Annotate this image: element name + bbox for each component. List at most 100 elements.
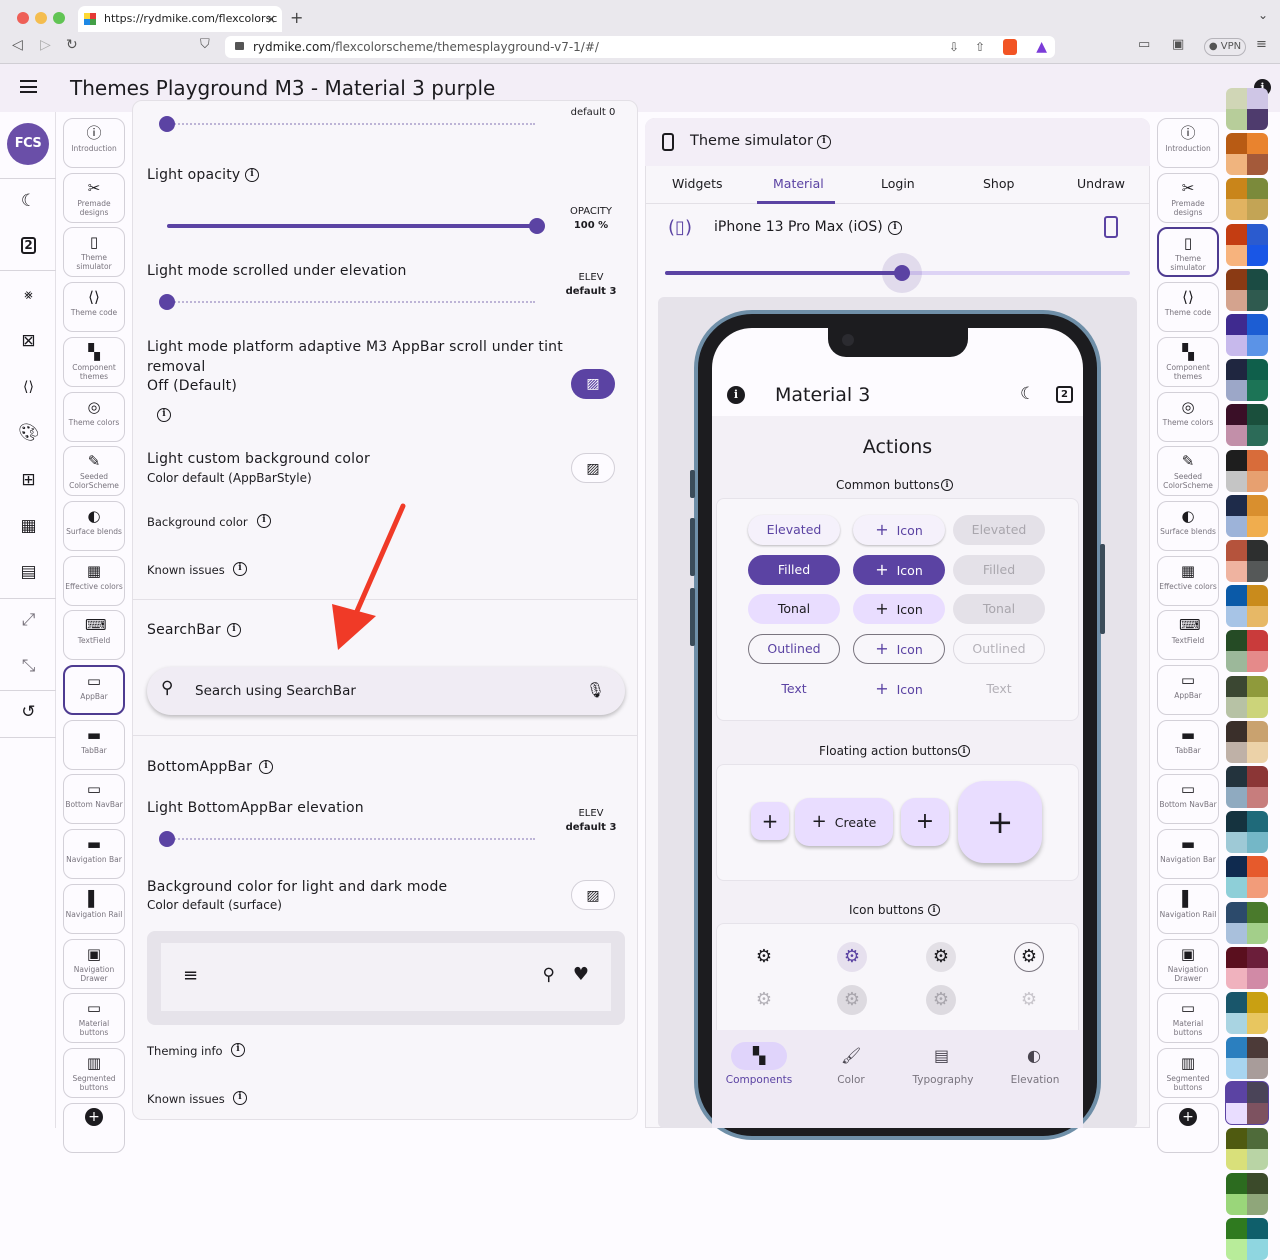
tab-login[interactable]: Login (881, 176, 915, 191)
grid-view-icon[interactable]: ⊞ (18, 470, 39, 491)
panel-nav-material-buttons[interactable]: ▭ Material buttons (63, 993, 125, 1044)
panel-nav-surface-blends[interactable]: ◐ Surface blends (1157, 500, 1219, 551)
panel-nav-segmented-buttons[interactable]: ▥ Segmented buttons (63, 1047, 125, 1098)
theme-swatch[interactable] (1226, 992, 1268, 1034)
address-bar[interactable]: rydmike.com/flexcolorscheme/themesplaygr… (225, 36, 1055, 58)
theme-swatch[interactable] (1226, 133, 1268, 176)
expand-icon[interactable]: ⤢ (18, 610, 39, 631)
panel-nav-textfield[interactable]: ⌨ TextField (1157, 610, 1219, 661)
panel-nav-navigation-bar[interactable]: ▬ Navigation Bar (1157, 829, 1219, 880)
theme-swatch[interactable] (1226, 540, 1268, 582)
nav-label-components[interactable]: Components (719, 1074, 799, 1086)
close-window-button[interactable] (17, 12, 29, 24)
panel-nav-theme-code[interactable]: ⟨⟩ Theme code (63, 282, 125, 333)
palette-icon[interactable]: 🎨︎ (18, 423, 40, 444)
close-tab-icon[interactable]: × (266, 6, 276, 32)
two-panels-icon[interactable]: 2 (21, 237, 36, 254)
panel-nav-effective-colors[interactable]: ▦ Effective colors (1157, 555, 1219, 606)
theme-swatch[interactable] (1226, 720, 1268, 763)
format-paint-icon[interactable]: 🖌︎ (841, 1046, 861, 1065)
panel-nav-material-buttons[interactable]: ▭ Material buttons (1157, 993, 1219, 1044)
text-button[interactable]: Text (748, 674, 840, 704)
outlined-button-disabled[interactable]: Outlined (953, 634, 1045, 664)
theme-swatch[interactable] (1226, 901, 1268, 944)
tab-widgets[interactable]: Widgets (672, 176, 723, 191)
reset-icon[interactable]: ↺ (18, 702, 39, 723)
panel-nav-appbar[interactable]: ▭ AppBar (63, 665, 125, 715)
new-tab-button[interactable]: + (290, 8, 303, 27)
panel-nav-navigation-drawer[interactable]: ▣ Navigation Drawer (63, 938, 125, 989)
info-icon[interactable]: i (958, 745, 970, 757)
panel-nav-theme-colors[interactable]: ◎ Theme colors (1157, 391, 1219, 442)
theme-swatch[interactable] (1226, 178, 1268, 221)
minimize-window-button[interactable] (35, 12, 47, 24)
browser-tab[interactable]: https://rydmike.com/flexcolorsc × (78, 6, 282, 32)
theme-swatch[interactable] (1226, 404, 1268, 447)
dark-mode-icon[interactable]: ☾ (18, 191, 39, 212)
elevated-icon-button[interactable]: + Icon (853, 515, 945, 545)
nav-label-typography[interactable]: Typography (903, 1074, 983, 1086)
tonal-icon-button[interactable]: + Icon (853, 594, 945, 624)
panel-nav-premade-designs[interactable]: ✂ Premade designs (63, 172, 125, 223)
settings-icon[interactable]: ⚙ (837, 942, 867, 972)
panel-nav-seeded-colorscheme[interactable]: ✎ Seeded ColorScheme (1157, 446, 1219, 497)
filled-button-disabled[interactable]: Filled (953, 555, 1045, 585)
panel-nav-navigation-drawer[interactable]: ▣ Navigation Drawer (1157, 938, 1219, 989)
reload-icon[interactable]: ↻ (66, 37, 78, 53)
code-icon[interactable]: ⟨⟩ (18, 377, 39, 398)
theme-swatch[interactable] (1226, 1037, 1268, 1080)
grid-off-icon[interactable]: ⨳ (18, 285, 39, 306)
tonal-button[interactable]: Tonal (748, 594, 840, 624)
brave-rewards-icon[interactable]: ▲ (1036, 36, 1047, 58)
panel-nav-more[interactable]: + (63, 1103, 125, 1153)
panel-nav-navigation-bar[interactable]: ▬ Navigation Bar (63, 829, 125, 880)
favorite-icon[interactable]: ♥ (573, 964, 589, 985)
search-icon[interactable]: ⚲ (543, 965, 555, 985)
theme-swatch[interactable] (1226, 946, 1268, 989)
panel-nav-surface-blends[interactable]: ◐ Surface blends (63, 500, 125, 551)
panel-nav-theme-simulator[interactable]: ▯ Theme simulator (63, 227, 125, 278)
sidebar-toggle-icon[interactable]: ▭ (1138, 37, 1150, 52)
text-icon-button[interactable]: + Icon (853, 674, 945, 704)
info-icon[interactable]: i (233, 1091, 247, 1105)
panel-nav-theme-code[interactable]: ⟨⟩ Theme code (1157, 282, 1219, 333)
info-icon[interactable]: i (157, 408, 171, 422)
tint-removal-toggle[interactable]: ▨ (571, 369, 615, 399)
theme-swatch[interactable] (1226, 1127, 1268, 1170)
article-icon[interactable]: ▤ (934, 1046, 949, 1065)
panel-nav-tabbar[interactable]: ▬ TabBar (63, 719, 125, 770)
brave-shield-icon[interactable] (1003, 39, 1017, 55)
searchbar[interactable]: ⚲ Search using SearchBar 🎙︎ (147, 667, 625, 715)
widgets-icon[interactable]: ▚ (731, 1042, 787, 1070)
share-icon[interactable]: ⇧ (975, 36, 985, 58)
theme-swatch[interactable] (1226, 314, 1268, 356)
contrast-icon[interactable]: ◐ (1027, 1046, 1041, 1065)
elevated-button-disabled[interactable]: Elevated (953, 515, 1045, 545)
collapse-icon[interactable]: ⤡ (18, 656, 39, 677)
theme-swatch[interactable] (1226, 223, 1268, 266)
bookmark-icon[interactable]: ⛉ (200, 37, 210, 52)
nav-label-color[interactable]: Color (811, 1074, 891, 1086)
theme-swatch[interactable] (1226, 811, 1268, 854)
tab-list-chevron-icon[interactable]: ⌄ (1258, 8, 1268, 22)
outlined-icon-button[interactable]: + Icon (853, 634, 945, 664)
elevation-slider-thumb[interactable] (159, 294, 175, 310)
theme-swatch[interactable] (1226, 1172, 1268, 1215)
nav-label-elevation[interactable]: Elevation (995, 1074, 1075, 1086)
theme-swatch[interactable] (1226, 449, 1268, 492)
info-icon[interactable]: i (227, 623, 241, 637)
panel-nav-appbar[interactable]: ▭ AppBar (1157, 665, 1219, 715)
settings-icon-disabled[interactable]: ⚙ (837, 985, 867, 1015)
install-icon[interactable]: ⇩ (949, 36, 959, 58)
info-icon[interactable]: i (231, 1043, 245, 1057)
info-icon[interactable]: i (233, 562, 247, 576)
panel-nav-effective-colors[interactable]: ▦ Effective colors (63, 555, 125, 606)
info-icon[interactable]: i (245, 168, 259, 182)
text-button-disabled[interactable]: Text (953, 674, 1045, 704)
settings-icon[interactable]: ⚙ (1014, 942, 1044, 972)
device-slider-thumb[interactable] (894, 265, 910, 281)
settings-icon-disabled[interactable]: ⚙ (749, 985, 779, 1015)
extended-fab-create[interactable]: + Create (795, 798, 893, 846)
info-icon[interactable]: i (259, 760, 273, 774)
view-day-icon[interactable]: ▤ (18, 562, 39, 583)
